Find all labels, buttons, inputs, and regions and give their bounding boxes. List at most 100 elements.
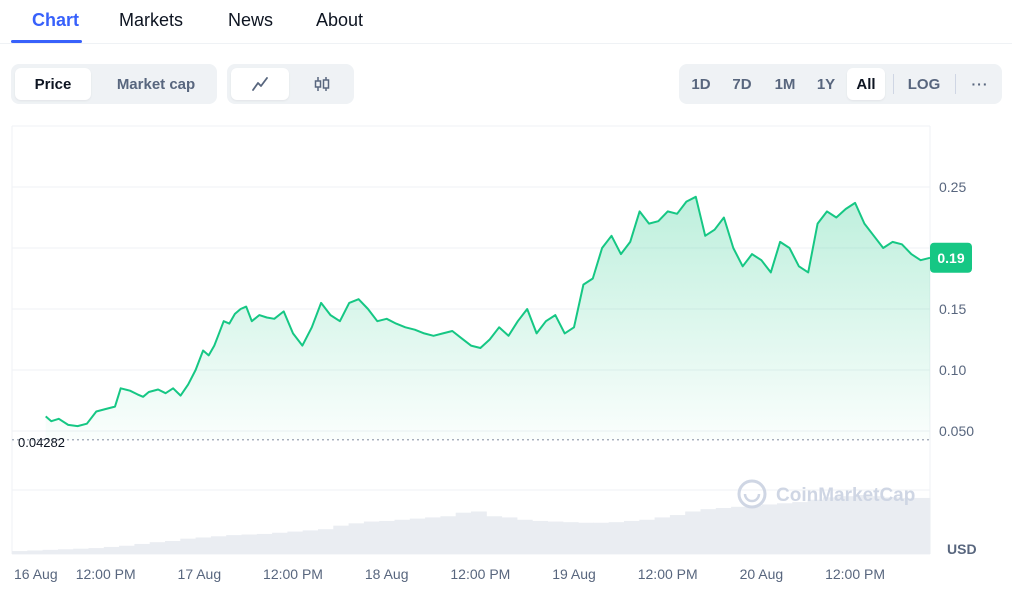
- volume-bar: [578, 522, 594, 554]
- volume-bar: [12, 551, 28, 554]
- volume-bar: [302, 530, 319, 554]
- volume-bar: [425, 517, 441, 554]
- volume-bar: [119, 545, 135, 554]
- volume-bar: [899, 497, 916, 554]
- log-scale-button[interactable]: LOG: [901, 68, 947, 100]
- volume-bar: [608, 522, 625, 554]
- price-area-fill: [45, 196, 930, 440]
- volume-bar: [471, 511, 487, 554]
- volume-bar: [149, 542, 166, 554]
- line-chart-icon: [252, 77, 268, 91]
- volume-bar: [134, 543, 151, 554]
- volume-bar: [379, 520, 395, 554]
- more-options-button[interactable]: ···: [963, 68, 997, 100]
- volume-bar: [516, 519, 533, 554]
- currency-label: USD: [947, 541, 977, 557]
- top-nav: Chart Markets News About: [0, 0, 1012, 44]
- volume-bar: [685, 511, 701, 554]
- volume-bar: [624, 520, 640, 554]
- volume-bar: [654, 517, 671, 554]
- candlestick-icon: [314, 77, 330, 91]
- y-tick-label: 0.10: [939, 362, 966, 378]
- x-tick-label: 19 Aug: [552, 566, 596, 582]
- x-tick-label: 20 Aug: [740, 566, 784, 582]
- volume-bar: [455, 512, 472, 554]
- volume-bar: [639, 519, 656, 554]
- tab-news[interactable]: News: [228, 10, 273, 31]
- volume-bar: [333, 525, 350, 554]
- price-chart[interactable]: 0.25 0.15 0.10 0.050 16 Aug 12:00 PM 17 Aug 12…: [0, 120, 1012, 592]
- volume-bar: [501, 517, 518, 554]
- x-tick-label: 12:00 PM: [263, 566, 323, 582]
- range-divider: [893, 74, 894, 94]
- x-tick-label: 12:00 PM: [450, 566, 510, 582]
- volume-bar: [761, 504, 778, 554]
- current-price-value: 0.19: [937, 250, 964, 266]
- candlestick-button[interactable]: [293, 68, 351, 100]
- range-all-button[interactable]: All: [847, 68, 885, 100]
- volume-bar: [195, 537, 212, 554]
- volume-bar: [272, 532, 288, 554]
- more-divider: [955, 74, 956, 94]
- volume-bar: [532, 520, 548, 554]
- tab-chart[interactable]: Chart: [32, 10, 79, 31]
- range-7d-button[interactable]: 7D: [724, 68, 760, 100]
- volume-bar: [180, 538, 197, 554]
- x-tick-label: 16 Aug: [14, 566, 58, 582]
- range-1y-button[interactable]: 1Y: [809, 68, 843, 100]
- x-tick-label: 12:00 PM: [76, 566, 136, 582]
- tab-markets[interactable]: Markets: [119, 10, 183, 31]
- range-1m-button[interactable]: 1M: [766, 68, 804, 100]
- volume-bar: [700, 509, 717, 554]
- volume-bar: [547, 521, 564, 554]
- volume-bar: [88, 548, 105, 554]
- volume-bar: [27, 550, 44, 554]
- volume-bar: [348, 523, 365, 554]
- volume-bar: [440, 516, 457, 554]
- volume-bar: [57, 549, 74, 554]
- volume-bar: [256, 533, 273, 554]
- x-tick-label: 17 Aug: [178, 566, 222, 582]
- x-tick-label: 12:00 PM: [825, 566, 885, 582]
- price-chart-svg[interactable]: 0.25 0.15 0.10 0.050 16 Aug 12:00 PM 17 Aug 12…: [0, 120, 1012, 592]
- y-tick-label: 0.050: [939, 423, 974, 439]
- active-tab-indicator: [11, 40, 82, 43]
- range-1d-button[interactable]: 1D: [684, 68, 718, 100]
- volume-bar: [241, 534, 258, 554]
- volume-bar: [42, 549, 59, 554]
- volume-bar: [394, 519, 411, 554]
- view-toggle: [227, 64, 354, 104]
- volume-bar: [731, 506, 747, 554]
- volume-bar: [593, 522, 610, 554]
- volume-bar: [165, 541, 181, 554]
- baseline-label: 0.04282: [18, 435, 65, 450]
- volume-bar: [914, 497, 931, 554]
- market-cap-button[interactable]: Market cap: [99, 68, 213, 100]
- volume-bar: [807, 499, 824, 554]
- volume-bar: [363, 521, 380, 554]
- volume-bar: [669, 515, 686, 554]
- volume-bar: [777, 503, 793, 554]
- volume-bar: [409, 518, 426, 554]
- volume-bar: [73, 548, 89, 554]
- volume-bar: [226, 535, 242, 554]
- x-tick-label: 18 Aug: [365, 566, 409, 582]
- x-tick-label: 12:00 PM: [638, 566, 698, 582]
- current-price-badge: 0.19: [930, 242, 972, 273]
- volume-bar: [210, 536, 227, 554]
- price-button[interactable]: Price: [15, 68, 91, 100]
- watermark-text: CoinMarketCap: [776, 485, 915, 506]
- metric-toggle: Price Market cap: [11, 64, 217, 104]
- range-selector: 1D 7D 1M 1Y All LOG ···: [679, 64, 1002, 104]
- volume-bar: [318, 529, 334, 554]
- tab-about[interactable]: About: [316, 10, 363, 31]
- volume-bar: [287, 531, 304, 554]
- watermark: CoinMarketCap: [737, 479, 915, 509]
- y-tick-label: 0.25: [939, 179, 966, 195]
- volume-bar: [715, 507, 732, 554]
- volume-bar: [792, 502, 809, 554]
- line-chart-button[interactable]: [231, 68, 289, 100]
- volume-bar: [103, 546, 120, 554]
- volume-bar: [486, 516, 503, 554]
- y-tick-label: 0.15: [939, 301, 966, 317]
